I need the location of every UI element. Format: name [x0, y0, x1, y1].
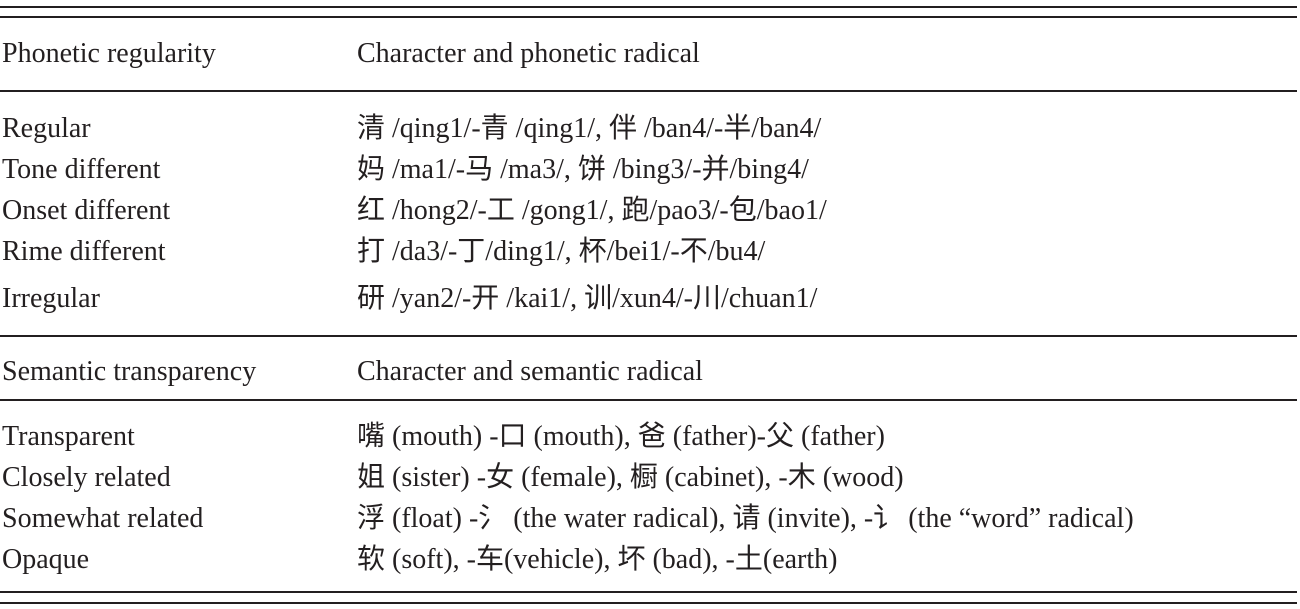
table-row: Transparent 嘴 (mouth) -口 (mouth), 爸 (fat…: [0, 419, 1297, 455]
table-row: Closely related 姐 (sister) -女 (female), …: [0, 460, 1297, 496]
top-double-rule-lower: [0, 16, 1297, 18]
row-category: Opaque: [2, 544, 90, 575]
table-row: Somewhat related 浮 (float) -氵 (the water…: [0, 501, 1297, 537]
row-category: Onset different: [2, 195, 171, 226]
row-category: Irregular: [2, 283, 100, 314]
row-example: 浮 (float) -氵 (the water radical), 请 (inv…: [357, 503, 1134, 534]
table-row: Irregular 研 /yan2/-开 /kai1/, 训/xun4/-川/c…: [0, 281, 1297, 317]
bottom-double-rule-upper: [0, 591, 1297, 593]
section2-header-row: Semantic transparency Character and sema…: [0, 354, 1297, 390]
bottom-double-rule-lower: [0, 602, 1297, 604]
column-header-character-phonetic-radical: Character and phonetic radical: [357, 38, 700, 69]
section1-header-rule: [0, 90, 1297, 92]
table-row: Opaque 软 (soft), -车(vehicle), 坏 (bad), -…: [0, 542, 1297, 578]
section2-header-rule: [0, 399, 1297, 401]
row-category: Closely related: [2, 462, 171, 493]
row-example: 红 /hong2/-工 /gong1/, 跑/pao3/-包/bao1/: [357, 195, 827, 226]
column-header-semantic-transparency: Semantic transparency: [2, 356, 257, 387]
table-row: Regular 清 /qing1/-青 /qing1/, 伴 /ban4/-半/…: [0, 111, 1297, 147]
row-example: 妈 /ma1/-马 /ma3/, 饼 /bing3/-并/bing4/: [357, 154, 809, 185]
row-example: 嘴 (mouth) -口 (mouth), 爸 (father)-父 (fath…: [357, 421, 885, 452]
table-row: Onset different 红 /hong2/-工 /gong1/, 跑/p…: [0, 193, 1297, 229]
row-example: 清 /qing1/-青 /qing1/, 伴 /ban4/-半/ban4/: [357, 113, 822, 144]
row-example: 软 (soft), -车(vehicle), 坏 (bad), -土(earth…: [357, 544, 838, 575]
row-example: 姐 (sister) -女 (female), 橱 (cabinet), -木 …: [357, 462, 904, 493]
row-category: Regular: [2, 113, 91, 144]
column-header-phonetic-regularity: Phonetic regularity: [2, 38, 216, 69]
row-example: 研 /yan2/-开 /kai1/, 训/xun4/-川/chuan1/: [357, 283, 818, 314]
table-row: Rime different 打 /da3/-丁/ding1/, 杯/bei1/…: [0, 234, 1297, 270]
table-row: Tone different 妈 /ma1/-马 /ma3/, 饼 /bing3…: [0, 152, 1297, 188]
row-category: Tone different: [2, 154, 161, 185]
row-category: Transparent: [2, 421, 135, 452]
row-category: Rime different: [2, 236, 166, 267]
section-divider-rule: [0, 335, 1297, 337]
column-header-character-semantic-radical: Character and semantic radical: [357, 356, 703, 387]
section1-header-row: Phonetic regularity Character and phonet…: [0, 36, 1297, 72]
row-example: 打 /da3/-丁/ding1/, 杯/bei1/-不/bu4/: [357, 236, 766, 267]
top-double-rule-upper: [0, 6, 1297, 8]
row-category: Somewhat related: [2, 503, 204, 534]
